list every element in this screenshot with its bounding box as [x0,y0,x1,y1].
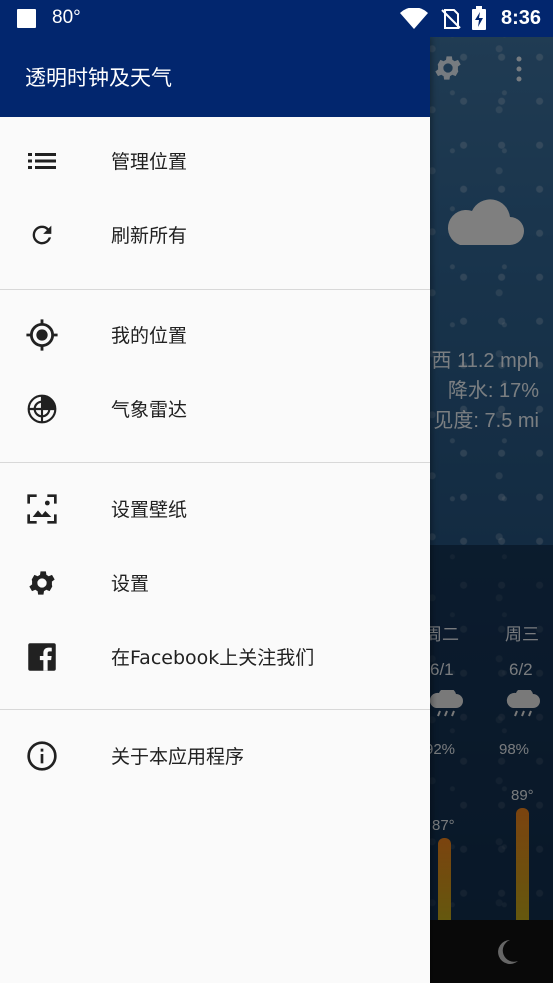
radar-icon [25,392,59,426]
menu-item-about[interactable]: 关于本应用程序 [0,724,430,788]
status-time: 8:36 [500,7,541,29]
menu-item-label: 设置壁纸 [111,499,188,521]
wifi-icon [400,8,428,29]
status-bar: 80° 8:36 [0,0,553,37]
divider [0,462,430,463]
menu-item-label: 设置 [111,573,150,595]
gear-icon [25,566,59,600]
menu-item-label: 关于本应用程序 [111,746,245,768]
my-location-icon [25,318,59,352]
drawer-title: 透明时钟及天气 [25,66,172,90]
menu-item-facebook[interactable]: 在Facebook上关注我们 [0,625,430,689]
navigation-drawer: 透明时钟及天气 管理位置 刷新所有 我的位置 气象雷达 设置壁纸 设置 在Fac… [0,37,430,983]
menu-item-label: 刷新所有 [111,225,188,247]
divider [0,709,430,710]
menu-item-label: 气象雷达 [111,399,188,421]
divider [0,289,430,290]
menu-item-set-wallpaper[interactable]: 设置壁纸 [0,477,430,541]
menu-item-label: 管理位置 [111,151,188,173]
notification-square-icon [17,9,36,28]
battery-charging-icon [472,6,486,30]
menu-item-refresh-all[interactable]: 刷新所有 [0,203,430,267]
menu-item-label: 在Facebook上关注我们 [111,647,315,669]
wallpaper-icon [25,492,59,526]
menu-item-label: 我的位置 [111,325,188,347]
refresh-icon [25,218,59,252]
menu-item-manage-locations[interactable]: 管理位置 [0,129,430,193]
info-icon [25,739,59,773]
menu-item-my-location[interactable]: 我的位置 [0,303,430,367]
menu-item-weather-radar[interactable]: 气象雷达 [0,377,430,441]
list-icon [25,144,59,178]
no-sim-icon [441,9,461,29]
menu-item-settings[interactable]: 设置 [0,551,430,615]
status-temperature: 80° [52,7,81,28]
drawer-header: 透明时钟及天气 [0,37,430,117]
facebook-icon [25,640,59,674]
